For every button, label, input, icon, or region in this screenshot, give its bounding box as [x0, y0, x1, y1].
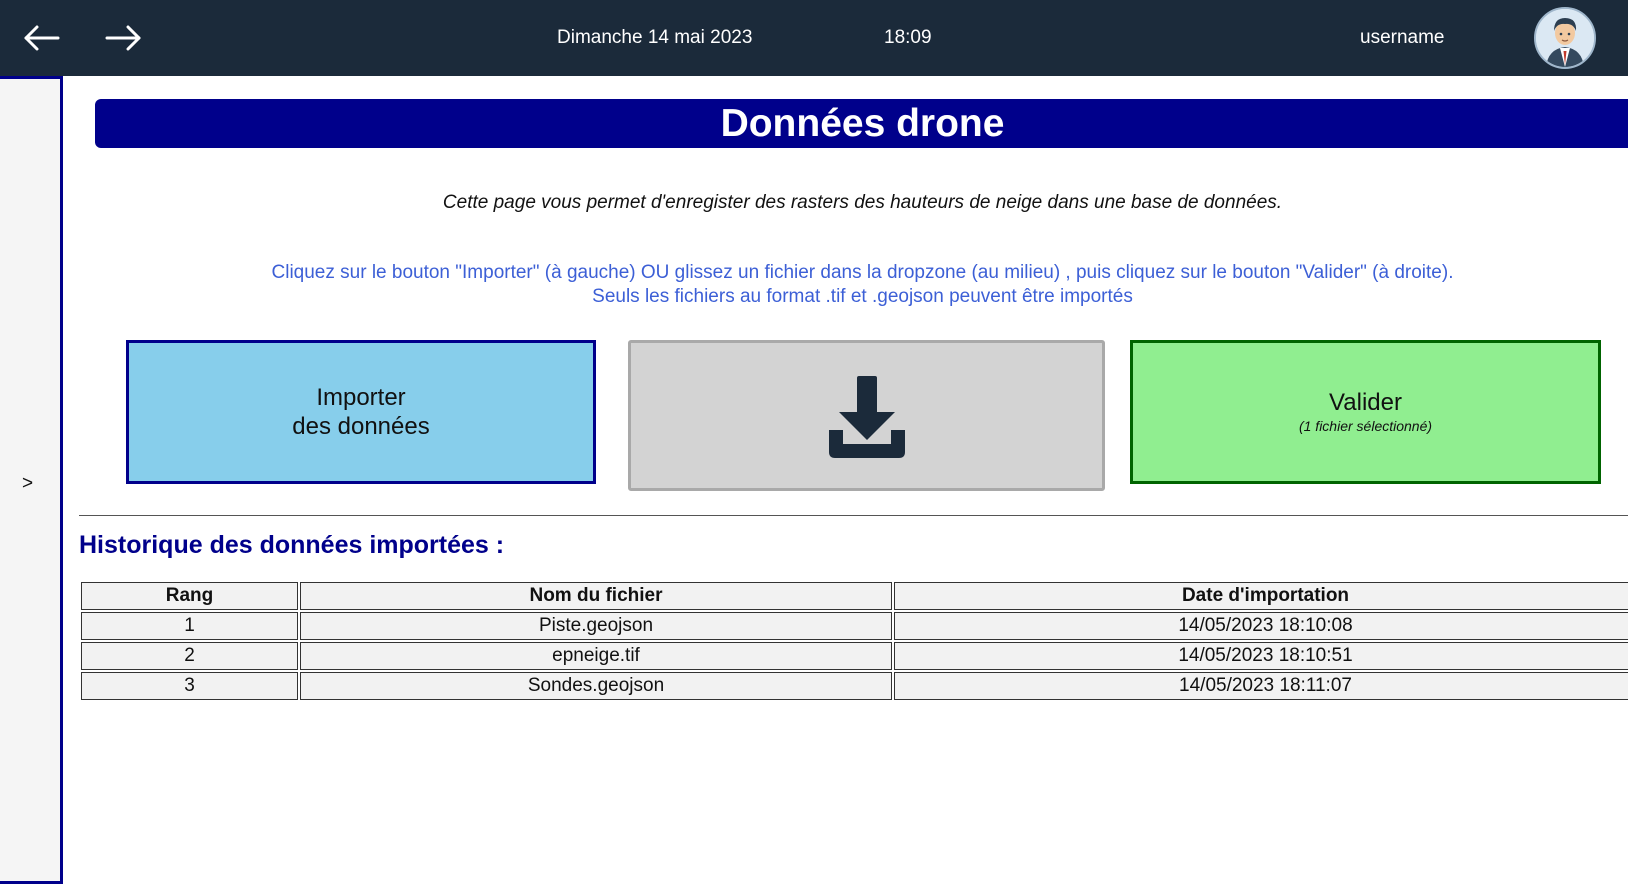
section-divider [79, 515, 1628, 516]
history-table: Rang Nom du fichier Date d'importation 1… [79, 580, 1628, 702]
validate-selection-count: (1 fichier sélectionné) [1298, 418, 1433, 434]
column-header-nom: Nom du fichier [300, 582, 892, 610]
cell-rang: 3 [81, 672, 298, 700]
cell-import-date: 14/05/2023 18:10:51 [894, 642, 1628, 670]
table-row: 1 Piste.geojson 14/05/2023 18:10:08 [81, 612, 1628, 640]
cell-import-date: 14/05/2023 18:10:08 [894, 612, 1628, 640]
import-label-line-1: Importer [316, 384, 406, 411]
cell-filename: epneige.tif [300, 642, 892, 670]
back-arrow-icon[interactable] [22, 20, 62, 56]
column-header-rang: Rang [81, 582, 298, 610]
cell-filename: Piste.geojson [300, 612, 892, 640]
current-time: 18:09 [884, 27, 932, 48]
cell-rang: 2 [81, 642, 298, 670]
sidebar-expand-button[interactable]: > [22, 473, 33, 495]
table-row: 2 epneige.tif 14/05/2023 18:10:51 [81, 642, 1628, 670]
cell-rang: 1 [81, 612, 298, 640]
cell-import-date: 14/05/2023 18:11:07 [894, 672, 1628, 700]
cell-filename: Sondes.geojson [300, 672, 892, 700]
current-date: Dimanche 14 mai 2023 [557, 27, 753, 48]
page-title: Données drone [720, 102, 1005, 145]
instructions: Cliquez sur le bouton "Importer" (à gauc… [95, 261, 1628, 309]
top-bar: Dimanche 14 mai 2023 18:09 username [0, 0, 1628, 76]
file-dropzone[interactable] [628, 340, 1105, 491]
user-avatar-icon[interactable] [1534, 7, 1596, 69]
validate-label: Valider [1329, 389, 1402, 416]
page-intro: Cette page vous permet d'enregister des … [442, 192, 1283, 213]
import-label-line-2: des données [292, 413, 430, 440]
download-icon [828, 375, 905, 458]
username-label[interactable]: username [1360, 26, 1445, 50]
instructions-line-1: Cliquez sur le bouton "Importer" (à gauc… [271, 262, 1454, 283]
table-header-row: Rang Nom du fichier Date d'importation [81, 582, 1628, 610]
instructions-line-2: Seuls les fichiers au format .tif et .ge… [592, 286, 1133, 307]
import-button[interactable]: Importer des données [126, 340, 596, 484]
history-title: Historique des données importées : [79, 531, 505, 559]
column-header-date: Date d'importation [894, 582, 1628, 610]
table-row: 3 Sondes.geojson 14/05/2023 18:11:07 [81, 672, 1628, 700]
forward-arrow-icon[interactable] [103, 20, 143, 56]
validate-button[interactable]: Valider (1 fichier sélectionné) [1130, 340, 1601, 484]
collapsed-sidebar: > [0, 76, 63, 884]
